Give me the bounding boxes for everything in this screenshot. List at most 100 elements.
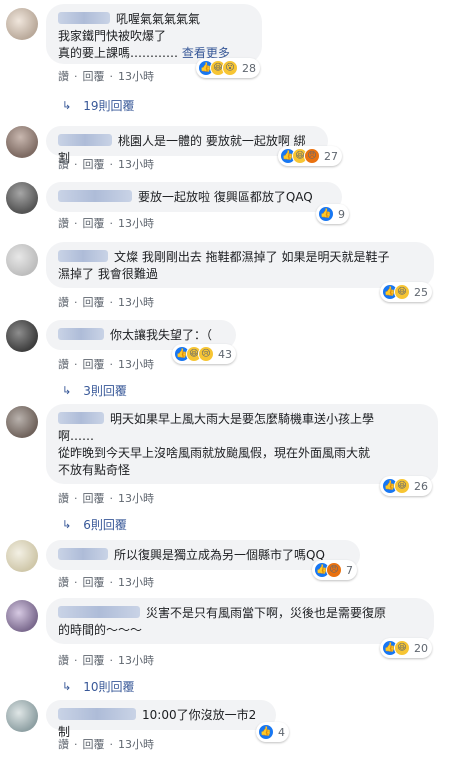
like-button[interactable]: 讚 bbox=[58, 215, 69, 231]
like-button[interactable]: 讚 bbox=[58, 574, 69, 590]
timestamp[interactable]: 13小時 bbox=[118, 736, 154, 752]
comment-bubble: 災害不是只有風雨當下啊，災後也是需要復原 的時間的～～～ bbox=[46, 598, 434, 644]
avatar[interactable] bbox=[6, 244, 38, 276]
view-replies-link[interactable]: ↳ 3則回覆 bbox=[62, 382, 127, 399]
haha-icon: 😆 bbox=[394, 478, 410, 494]
reaction-summary[interactable]: 👍 9 bbox=[316, 204, 349, 224]
replies-count[interactable]: 3則回覆 bbox=[83, 382, 127, 399]
reaction-summary[interactable]: 👍 😆 25 bbox=[380, 282, 432, 302]
comment-actions: 讚 · 回覆 · 13小時 bbox=[58, 736, 154, 752]
reaction-summary[interactable]: 👍 😆 😠 27 bbox=[278, 146, 342, 166]
angry-icon: 😠 bbox=[326, 562, 342, 578]
reaction-count: 7 bbox=[346, 563, 353, 577]
timestamp[interactable]: 13小時 bbox=[118, 574, 154, 590]
comment-text-line: 文燦 我剛剛出去 拖鞋都濕掉了 如果是明天就是鞋子 bbox=[114, 250, 390, 264]
timestamp[interactable]: 13小時 bbox=[118, 652, 154, 668]
like-button[interactable]: 讚 bbox=[58, 156, 69, 172]
timestamp[interactable]: 13小時 bbox=[118, 156, 154, 172]
author-name[interactable] bbox=[58, 134, 112, 146]
reply-arrow-icon: ↳ bbox=[62, 99, 72, 112]
author-name[interactable] bbox=[58, 250, 108, 262]
like-button[interactable]: 讚 bbox=[58, 652, 69, 668]
reply-arrow-icon: ↳ bbox=[62, 680, 72, 693]
wow-icon: 😮 bbox=[222, 60, 238, 76]
haha-icon: 😆 bbox=[394, 640, 410, 656]
avatar[interactable] bbox=[6, 126, 38, 158]
comment-text-line: 要放一起放啦 復興區都放了QAQ bbox=[138, 190, 313, 204]
avatar[interactable] bbox=[6, 8, 38, 40]
author-name[interactable] bbox=[58, 708, 136, 720]
author-name[interactable] bbox=[58, 12, 110, 24]
comment-actions: 讚 · 回覆 · 13小時 bbox=[58, 652, 154, 668]
sad-icon: 😢 bbox=[198, 346, 214, 362]
reply-button[interactable]: 回覆 bbox=[83, 736, 105, 752]
view-replies-link[interactable]: ↳ 10則回覆 bbox=[62, 678, 135, 695]
comment-text-line: 災害不是只有風雨當下啊，災後也是需要復原 bbox=[146, 606, 387, 620]
avatar[interactable] bbox=[6, 406, 38, 438]
angry-icon: 😠 bbox=[304, 148, 320, 164]
comment-text-line: 你太讓我失望了：（ bbox=[110, 328, 213, 342]
timestamp[interactable]: 13小時 bbox=[118, 294, 154, 310]
comment-text-line: 吼喔氣氣氣氣氣 bbox=[116, 12, 201, 26]
reaction-count: 4 bbox=[278, 725, 285, 739]
reply-button[interactable]: 回覆 bbox=[83, 68, 105, 84]
reaction-summary[interactable]: 👍 😆 😮 28 bbox=[196, 58, 260, 78]
like-button[interactable]: 讚 bbox=[58, 68, 69, 84]
timestamp[interactable]: 13小時 bbox=[118, 490, 154, 506]
author-name[interactable] bbox=[58, 412, 104, 424]
reply-button[interactable]: 回覆 bbox=[83, 294, 105, 310]
timestamp[interactable]: 13小時 bbox=[118, 215, 154, 231]
comment-text-line: 濕掉了 我會很難過 bbox=[58, 267, 158, 281]
avatar[interactable] bbox=[6, 320, 38, 352]
reply-button[interactable]: 回覆 bbox=[83, 652, 105, 668]
avatar[interactable] bbox=[6, 700, 38, 732]
reply-button[interactable]: 回覆 bbox=[83, 215, 105, 231]
comment-bubble: 吼喔氣氣氣氣氣 我家鐵門快被吹爆了 真的要上課嗎………… 查看更多 bbox=[46, 4, 262, 64]
reaction-summary[interactable]: 👍 😠 7 bbox=[312, 560, 357, 580]
author-name[interactable] bbox=[58, 328, 104, 340]
comment-actions: 讚 · 回覆 · 13小時 bbox=[58, 490, 154, 506]
reaction-summary[interactable]: 👍 😆 😢 43 bbox=[172, 344, 236, 364]
reaction-count: 27 bbox=[324, 149, 338, 163]
avatar[interactable] bbox=[6, 182, 38, 214]
reaction-count: 25 bbox=[414, 285, 428, 299]
comment-actions: 讚 · 回覆 · 13小時 bbox=[58, 156, 154, 172]
comment-actions: 讚 · 回覆 · 13小時 bbox=[58, 215, 154, 231]
comment-bubble: 10:00了你沒放一市2制 bbox=[46, 700, 276, 739]
author-name[interactable] bbox=[58, 548, 108, 560]
timestamp[interactable]: 13小時 bbox=[118, 68, 154, 84]
author-name[interactable] bbox=[58, 190, 132, 202]
reaction-count: 20 bbox=[414, 641, 428, 655]
comment-text-line: 不放有點奇怪 bbox=[58, 463, 131, 477]
timestamp[interactable]: 13小時 bbox=[118, 356, 154, 372]
replies-count[interactable]: 10則回覆 bbox=[83, 678, 134, 695]
comment-text-line: 啊…… bbox=[58, 429, 95, 443]
comment-actions: 讚 · 回覆 · 13小時 bbox=[58, 574, 154, 590]
like-button[interactable]: 讚 bbox=[58, 736, 69, 752]
avatar[interactable] bbox=[6, 540, 38, 572]
like-button[interactable]: 讚 bbox=[58, 490, 69, 506]
like-button[interactable]: 讚 bbox=[58, 294, 69, 310]
replies-count[interactable]: 19則回覆 bbox=[83, 97, 134, 114]
comment-text-line: 真的要上課嗎………… bbox=[58, 46, 179, 60]
reaction-summary[interactable]: 👍 😆 20 bbox=[380, 638, 432, 658]
reply-button[interactable]: 回覆 bbox=[83, 356, 105, 372]
reply-button[interactable]: 回覆 bbox=[83, 490, 105, 506]
reaction-count: 9 bbox=[338, 207, 345, 221]
avatar[interactable] bbox=[6, 600, 38, 632]
reaction-summary[interactable]: 👍 4 bbox=[256, 722, 289, 742]
like-button[interactable]: 讚 bbox=[58, 356, 69, 372]
reply-button[interactable]: 回覆 bbox=[83, 156, 105, 172]
replies-count[interactable]: 6則回覆 bbox=[83, 516, 127, 533]
reaction-summary[interactable]: 👍 😆 26 bbox=[380, 476, 432, 496]
comment-bubble: 明天如果早上風大雨大是要怎麼騎機車送小孩上學 啊…… 從昨晚到今天早上沒啥風雨就… bbox=[46, 404, 438, 484]
view-replies-link[interactable]: ↳ 6則回覆 bbox=[62, 516, 127, 533]
comment-text-line: 從昨晚到今天早上沒啥風雨就放颱風假，現在外面風雨大就 bbox=[58, 446, 371, 460]
author-name[interactable] bbox=[58, 606, 140, 618]
comment-actions: 讚 · 回覆 · 13小時 bbox=[58, 68, 154, 84]
comment-feed: 吼喔氣氣氣氣氣 我家鐵門快被吹爆了 真的要上課嗎………… 查看更多 👍 😆 😮 … bbox=[0, 0, 455, 760]
comment-bubble: 文燦 我剛剛出去 拖鞋都濕掉了 如果是明天就是鞋子 濕掉了 我會很難過 bbox=[46, 242, 434, 288]
reply-arrow-icon: ↳ bbox=[62, 384, 72, 397]
reply-button[interactable]: 回覆 bbox=[83, 574, 105, 590]
view-replies-link[interactable]: ↳ 19則回覆 bbox=[62, 97, 135, 114]
